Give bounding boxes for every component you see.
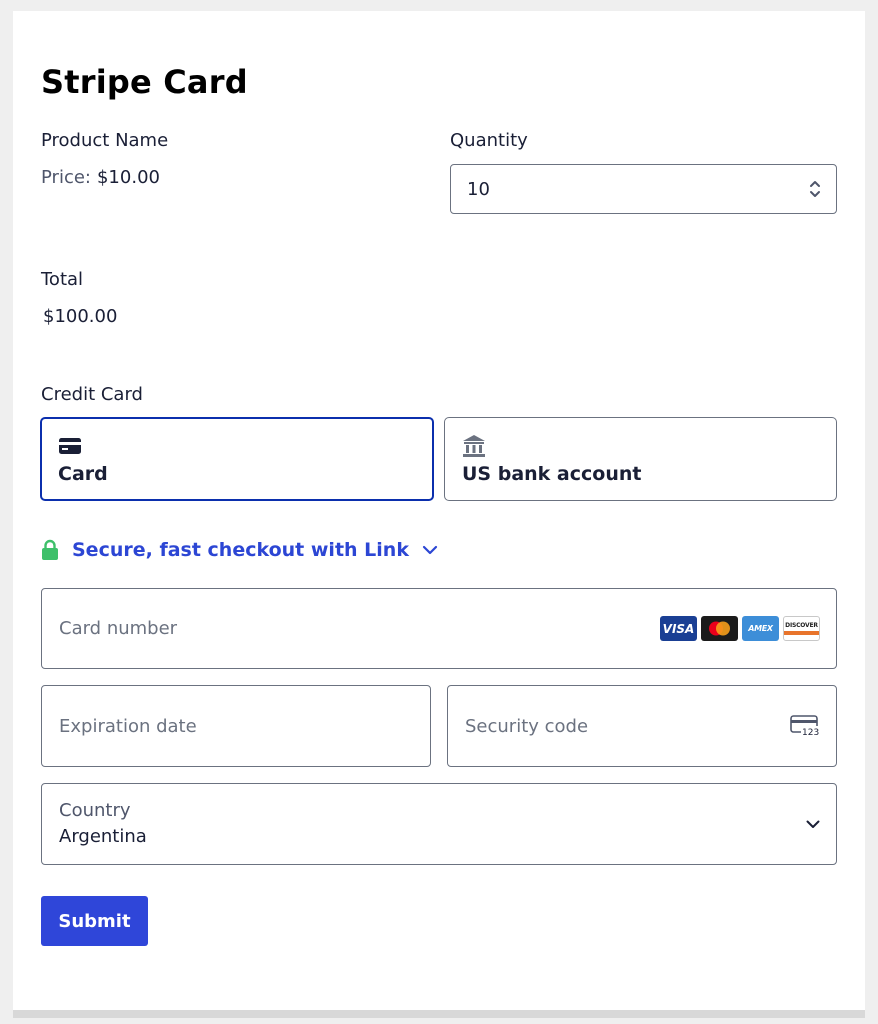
expiration-date-placeholder: Expiration date bbox=[59, 716, 197, 737]
page-title: Stripe Card bbox=[41, 63, 248, 101]
security-code-placeholder: Security code bbox=[465, 716, 589, 737]
visa-icon: VISA bbox=[660, 616, 697, 641]
tab-card-label: Card bbox=[58, 463, 108, 485]
scrollbar-track bbox=[13, 1010, 865, 1018]
cvc-card-icon: 123 bbox=[790, 715, 820, 737]
country-value: Argentina bbox=[59, 826, 147, 847]
card-icon bbox=[59, 438, 81, 454]
price-value: $10.00 bbox=[96, 167, 160, 188]
security-code-input[interactable]: Security code 123 bbox=[447, 685, 837, 767]
link-checkout-toggle[interactable]: Secure, fast checkout with Link bbox=[41, 539, 438, 561]
checkout-panel: Stripe Card Product Name Price: $10.00 Qu… bbox=[13, 11, 865, 1010]
mastercard-icon bbox=[701, 616, 738, 641]
discover-text: DISCOVER bbox=[785, 622, 818, 629]
country-select[interactable]: Country Argentina bbox=[41, 783, 837, 865]
tab-us-bank-account[interactable]: US bank account bbox=[444, 417, 837, 501]
total-value: $100.00 bbox=[43, 306, 118, 327]
quantity-select[interactable]: 10 bbox=[450, 164, 837, 214]
card-brands: VISA AMEX DISCOVER bbox=[660, 616, 820, 641]
card-number-placeholder: Card number bbox=[59, 618, 178, 639]
chevron-down-icon bbox=[422, 545, 438, 555]
product-name: Product Name bbox=[41, 130, 169, 151]
price-row: Price: $10.00 bbox=[41, 167, 160, 188]
tab-us-bank-account-label: US bank account bbox=[462, 463, 642, 485]
amex-icon: AMEX bbox=[742, 616, 779, 641]
cvc-icon-text: 123 bbox=[802, 728, 819, 737]
total-label: Total bbox=[41, 269, 84, 290]
link-checkout-text: Secure, fast checkout with Link bbox=[72, 539, 409, 561]
submit-button[interactable]: Submit bbox=[41, 896, 148, 946]
credit-card-label: Credit Card bbox=[41, 384, 143, 405]
discover-icon: DISCOVER bbox=[783, 616, 820, 641]
bank-icon bbox=[463, 435, 485, 457]
updown-chevron-icon bbox=[810, 181, 820, 197]
quantity-value: 10 bbox=[467, 178, 490, 200]
price-label: Price: bbox=[41, 167, 91, 188]
chevron-down-icon bbox=[806, 820, 820, 828]
tab-card[interactable]: Card bbox=[40, 417, 434, 501]
lock-icon bbox=[42, 539, 58, 560]
expiration-date-input[interactable]: Expiration date bbox=[41, 685, 431, 767]
country-label: Country bbox=[59, 800, 131, 821]
card-number-input[interactable]: Card number VISA AMEX DISCOVER bbox=[41, 588, 837, 669]
quantity-label: Quantity bbox=[450, 130, 528, 151]
